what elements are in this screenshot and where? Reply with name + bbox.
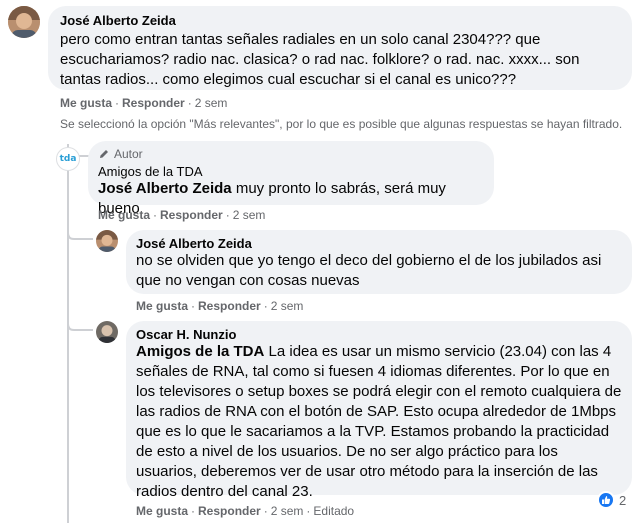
reply-bubble: Autor Amigos de la TDA José Alberto Zeid…: [88, 141, 494, 217]
comment-actions: Me gusta · Responder · 2 sem: [60, 96, 228, 110]
edited-label[interactable]: Editado: [313, 504, 354, 518]
reply-button[interactable]: Responder: [160, 208, 223, 222]
like-reaction-icon: [597, 491, 615, 509]
user-photo-icon: [8, 6, 40, 38]
thread-connector: [67, 320, 93, 331]
reply-button[interactable]: Responder: [198, 299, 261, 313]
reply-actions: Me gusta · Responder · 2 sem · Editado: [136, 504, 355, 518]
reply-button[interactable]: Responder: [122, 96, 185, 110]
comment-text: pero como entran tantas señales radiales…: [60, 31, 580, 88]
avatar[interactable]: [96, 321, 118, 343]
reply-button[interactable]: Responder: [198, 504, 261, 518]
avatar[interactable]: [8, 6, 40, 38]
reply-author[interactable]: José Alberto Zeida: [136, 236, 622, 251]
reply-text-body: La idea es usar un mismo servicio (23.04…: [136, 343, 622, 500]
reply-text: Amigos de la TDA La idea es usar un mism…: [136, 342, 622, 502]
comment-bubble: José Alberto Zeida pero como entran tant…: [48, 6, 632, 90]
user-photo-icon: [96, 321, 118, 343]
timestamp[interactable]: 2 sem: [233, 208, 266, 222]
timestamp[interactable]: 2 sem: [271, 504, 304, 518]
comment-author[interactable]: José Alberto Zeida: [60, 13, 620, 28]
like-button[interactable]: Me gusta: [98, 208, 150, 222]
mention-link[interactable]: Amigos de la TDA: [136, 343, 264, 360]
like-button[interactable]: Me gusta: [60, 96, 112, 110]
reply-author[interactable]: Oscar H. Nunzio: [136, 327, 622, 342]
mention-link[interactable]: José Alberto Zeida: [98, 180, 232, 197]
page-avatar[interactable]: tda: [56, 147, 80, 171]
like-button[interactable]: Me gusta: [136, 504, 188, 518]
avatar[interactable]: [96, 230, 118, 252]
reply-bubble: José Alberto Zeida no se olviden que yo …: [126, 230, 632, 294]
filter-notice: Se seleccionó la opción "Más relevantes"…: [60, 117, 623, 131]
reply-author[interactable]: Amigos de la TDA: [98, 164, 484, 179]
like-button[interactable]: Me gusta: [136, 299, 188, 313]
pencil-icon: [100, 150, 108, 158]
user-photo-icon: [96, 230, 118, 252]
tda-logo: tda: [59, 154, 77, 164]
timestamp[interactable]: 2 sem: [195, 96, 228, 110]
subthread-line: [67, 226, 69, 523]
author-badge-label: Autor: [114, 147, 143, 161]
reaction-count: 2: [619, 492, 627, 508]
reply-text: no se olviden que yo tengo el deco del g…: [136, 252, 602, 289]
thread-connector: [67, 229, 93, 240]
reaction-summary[interactable]: 2: [597, 491, 626, 509]
timestamp[interactable]: 2 sem: [271, 299, 304, 313]
author-badge: Autor: [98, 147, 484, 161]
reply-bubble: Oscar H. Nunzio Amigos de la TDA La idea…: [126, 321, 632, 500]
reply-actions: Me gusta · Responder · 2 sem: [136, 299, 304, 313]
reply-actions: Me gusta · Responder · 2 sem: [98, 208, 266, 222]
